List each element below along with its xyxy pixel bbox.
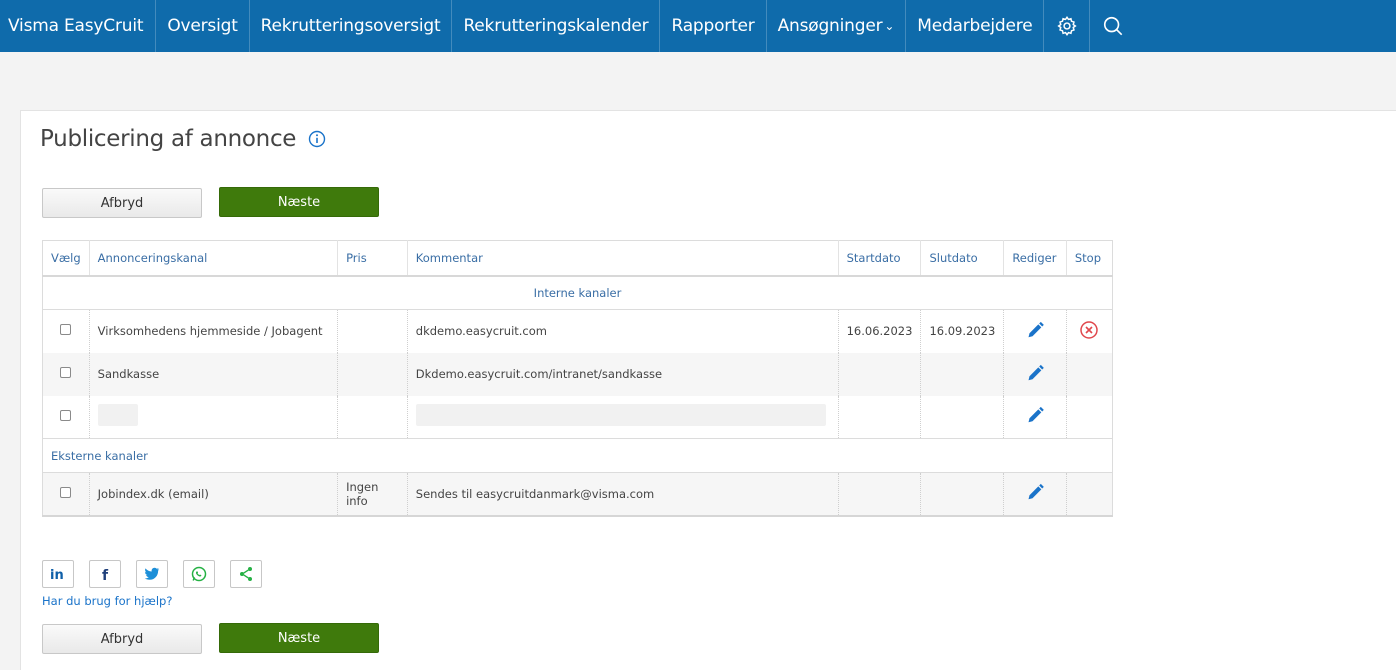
group-label-internal: Interne kanaler (42, 275, 1113, 310)
pencil-icon[interactable] (1025, 405, 1045, 425)
nav-oversigt[interactable]: Oversigt (156, 0, 250, 52)
start-date-cell (838, 352, 922, 396)
price-cell (337, 395, 408, 439)
search-button[interactable] (1090, 0, 1136, 52)
pencil-icon[interactable] (1025, 482, 1045, 502)
info-icon[interactable] (308, 130, 326, 148)
select-checkbox[interactable] (60, 486, 72, 498)
cancel-button-bottom[interactable]: Afbryd (42, 624, 202, 654)
brand-link[interactable]: Visma EasyCruit (0, 0, 157, 52)
settings-button[interactable] (1044, 0, 1091, 52)
nav-rekrutteringskalender[interactable]: Rekrutteringskalender (452, 0, 661, 52)
table-row (42, 395, 1113, 439)
nav-ansoegninger[interactable]: Ansøgninger ⌄ (767, 0, 907, 52)
svg-text:f: f (102, 568, 109, 582)
nav-rapporter[interactable]: Rapporter (660, 0, 767, 52)
select-checkbox[interactable] (60, 367, 72, 378)
cancel-button-top[interactable]: Afbryd (42, 188, 202, 218)
channel-cell: Virksomhedens hjemmeside / Jobagent (89, 309, 339, 353)
facebook-icon: f (102, 568, 109, 582)
page-title: Publicering af annonce (40, 126, 297, 152)
group-row-internal: Interne kanaler (42, 275, 1113, 310)
pencil-icon[interactable] (1025, 320, 1045, 340)
page-title-row: Publicering af annonce (40, 126, 326, 152)
select-checkbox[interactable] (60, 409, 72, 421)
linkedin-share-button[interactable]: in (42, 560, 74, 588)
comment-cell (407, 395, 839, 439)
price-cell (337, 352, 408, 396)
close-circle-icon[interactable] (1079, 320, 1099, 340)
channel-cell (89, 395, 339, 439)
col-vaelg: Vælg (42, 240, 90, 277)
whatsapp-icon (191, 566, 207, 582)
pencil-icon[interactable] (1025, 363, 1045, 383)
price-cell: Ingen info (337, 472, 408, 516)
linkedin-icon: in (50, 568, 64, 582)
price-cell (337, 309, 408, 353)
chevron-down-icon: ⌄ (884, 19, 895, 33)
comment-cell: Dkdemo.easycruit.com/intranet/sandkasse (407, 352, 839, 396)
comment-cell: dkdemo.easycruit.com (407, 309, 839, 353)
end-date-cell (920, 352, 1005, 396)
nav-medarbejdere[interactable]: Medarbejdere (906, 0, 1045, 52)
gear-icon (1057, 16, 1077, 36)
search-icon (1104, 16, 1123, 36)
nav-rekrutteringsoversigt[interactable]: Rekrutteringsoversigt (250, 0, 453, 52)
table-header-row: Vælg Annonceringskanal Pris Kommentar St… (42, 240, 1113, 277)
help-link[interactable]: Har du brug for hjælp? (42, 594, 172, 608)
col-rediger: Rediger (1003, 240, 1067, 277)
group-row-external: Eksterne kanaler (42, 438, 1113, 473)
redacted-text (415, 404, 826, 427)
channels-table: Vælg Annonceringskanal Pris Kommentar St… (42, 240, 1113, 517)
next-button-top[interactable]: Næste (219, 187, 379, 217)
start-date-cell: 16.06.2023 (838, 309, 922, 353)
select-checkbox[interactable] (60, 324, 72, 336)
end-date-cell (920, 395, 1005, 439)
end-date-cell: 16.09.2023 (920, 309, 1005, 353)
table-row: Jobindex.dk (email) Ingen info Sendes ti… (42, 472, 1113, 516)
group-label-external: Eksterne kanaler (42, 438, 1113, 473)
nav-ansoegninger-label: Ansøgninger (777, 16, 883, 36)
facebook-share-button[interactable]: f (89, 560, 121, 588)
twitter-icon (144, 567, 159, 580)
whatsapp-share-button[interactable] (183, 560, 215, 588)
channel-cell: Sandkasse (89, 352, 339, 396)
start-date-cell (838, 472, 922, 516)
share-button[interactable] (230, 560, 262, 588)
table-row: Sandkasse Dkdemo.easycruit.com/intranet/… (42, 352, 1113, 396)
col-stop: Stop (1066, 240, 1113, 277)
col-pris: Pris (337, 240, 408, 277)
channel-cell: Jobindex.dk (email) (89, 472, 339, 516)
col-annonceringskanal: Annonceringskanal (89, 240, 339, 277)
start-date-cell (838, 395, 922, 439)
top-navigation: Visma EasyCruit Oversigt Rekrutteringsov… (0, 0, 1396, 52)
next-button-bottom[interactable]: Næste (219, 623, 379, 653)
redacted-text (97, 404, 138, 427)
end-date-cell (920, 472, 1005, 516)
col-slutdato: Slutdato (920, 240, 1005, 277)
twitter-share-button[interactable] (136, 560, 168, 588)
col-startdato: Startdato (838, 240, 922, 277)
col-kommentar: Kommentar (407, 240, 839, 277)
comment-cell: Sendes til easycruitdanmark@visma.com (407, 472, 839, 516)
table-row: Virksomhedens hjemmeside / Jobagent dkde… (42, 309, 1113, 353)
share-icon (240, 567, 252, 581)
svg-text:in: in (50, 568, 64, 582)
